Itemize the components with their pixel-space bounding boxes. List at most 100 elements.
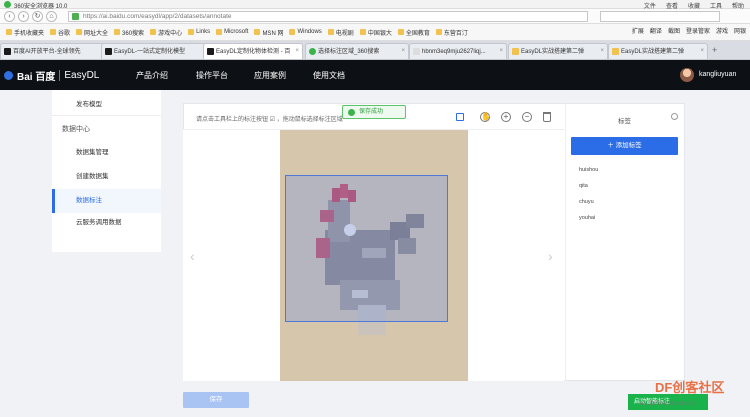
tab-close-icon[interactable]: × (600, 44, 604, 58)
home-button[interactable]: ⌂ (46, 11, 57, 22)
forward-button[interactable]: › (18, 11, 29, 22)
browser-tab[interactable]: EasyDL实战搭建第二弹 × (508, 43, 608, 59)
product-name: EasyDL (64, 70, 100, 81)
add-label-button[interactable]: ＋ 添加标签 (571, 137, 678, 155)
bookmark-item[interactable]: 网址大全 (76, 28, 108, 37)
nav-docs[interactable]: 使用文档 (313, 70, 345, 81)
app-header: Bai 百度 EasyDL 产品介绍 操作平台 应用案例 使用文档 kangli… (0, 60, 750, 90)
browser-nav-bar: ‹ › ↻ ⌂ https://ai.baidu.com/easydl/app/… (0, 9, 750, 24)
browser-tab-bar: 百度AI开放平台-全球领先× EasyDL-一站式定制化模型× EasyDL定制… (0, 41, 750, 60)
bookmark-item[interactable]: 中国银大 (359, 28, 392, 37)
username[interactable]: kangliuyuan (699, 71, 736, 78)
sidebar-item-cloud-data[interactable]: 云服务调用数据 (52, 211, 161, 235)
browser-logo-icon (4, 1, 11, 8)
browser-tab[interactable]: EasyDL实战搭建第二弹 × (608, 43, 708, 59)
bookmark-icon (150, 29, 157, 35)
toast-text: 保存成功 (359, 109, 384, 115)
label-item[interactable]: chuyu (579, 199, 594, 205)
browser-tab[interactable]: hbnm3eq9mju2627liqj... × (409, 43, 507, 59)
tab-favicon-icon (105, 48, 112, 55)
bookmark-item[interactable]: 电视剧 (327, 28, 354, 37)
prev-image-icon[interactable]: ‹ (190, 248, 195, 264)
browser-tab[interactable]: EasyDL-一站式定制化模型× (101, 43, 211, 59)
labels-title: 标签 (618, 118, 631, 125)
brand[interactable]: Bai 百度 EasyDL (4, 68, 99, 83)
bookmark-item[interactable]: MSN 网 (254, 28, 283, 37)
bookmark-item[interactable]: 游戏中心 (150, 28, 182, 37)
bookmark-icon (397, 29, 404, 35)
bookmark-item[interactable]: Microsoft (216, 29, 248, 35)
success-check-icon (348, 109, 355, 116)
secure-lock-icon (72, 13, 79, 20)
tab-close-icon[interactable]: × (700, 44, 704, 58)
tab-favicon-icon (612, 48, 619, 55)
tool-screenshot[interactable]: 截图 (668, 26, 680, 35)
bookmark-item[interactable]: 全国教育 (397, 28, 430, 37)
bookmark-icon (6, 29, 12, 35)
sidebar-item-create-dataset[interactable]: 创建数据集 (52, 165, 161, 189)
tab-close-icon[interactable]: × (295, 44, 299, 58)
tool-translate[interactable]: 翻译 (650, 26, 662, 35)
browser-search-input[interactable] (600, 11, 720, 22)
label-item[interactable]: youhai (579, 215, 595, 221)
label-item[interactable]: qita (579, 183, 588, 189)
reload-button[interactable]: ↻ (32, 11, 43, 22)
tab-close-icon[interactable]: × (499, 44, 503, 58)
avatar[interactable] (680, 68, 694, 82)
tab-favicon-icon (309, 48, 316, 55)
tool-bank[interactable]: 网银 (734, 26, 746, 35)
folder-icon (289, 29, 296, 35)
bookmark-item[interactable]: Links (188, 29, 210, 35)
folder-icon (254, 29, 261, 35)
back-button[interactable]: ‹ (4, 11, 15, 22)
label-item[interactable]: huishou (579, 167, 598, 173)
bookmark-icon (76, 29, 83, 35)
tab-favicon-icon (512, 48, 519, 55)
watermark-sub: mc.DFRobot.com.cn (640, 401, 695, 407)
bookmark-item[interactable]: 360搜索 (114, 28, 144, 37)
annotate-hint: 请点击工具栏上的标注按钮 ☑ ，拖动鼠标选择标注区域 (196, 117, 343, 123)
browser-tab-active[interactable]: EasyDL定制化物体检测 - 百 × (203, 43, 303, 59)
save-success-toast: 保存成功 (342, 105, 406, 119)
tool-login-manager[interactable]: 登录管家 (686, 26, 710, 35)
sidebar-divider (52, 115, 161, 116)
sidebar-item-dataset-manage[interactable]: 数据集管理 (52, 141, 161, 165)
tab-favicon-icon (4, 48, 11, 55)
nav-product-intro[interactable]: 产品介绍 (136, 70, 168, 81)
tab-close-icon[interactable]: × (401, 44, 405, 58)
label-search-icon[interactable] (671, 113, 678, 120)
pan-hand-icon[interactable]: ✋ (480, 112, 491, 122)
sidebar-item-annotate[interactable]: 数据标注 (52, 189, 161, 213)
bookmark-icon (50, 29, 57, 35)
tab-favicon-icon (207, 48, 214, 55)
browser-tab[interactable]: 百度AI开放平台-全球领先× (0, 43, 108, 59)
annotate-edit-icon[interactable] (456, 113, 464, 121)
bookmark-item[interactable]: 东营百汀 (435, 28, 468, 37)
annotation-bounding-box[interactable] (285, 175, 448, 322)
sidebar: 发布模型 数据中心 数据集管理 创建数据集 数据标注 云服务调用数据 (52, 90, 161, 252)
next-image-icon[interactable]: › (548, 248, 553, 264)
nav-cases[interactable]: 应用案例 (254, 70, 286, 81)
browser-tab[interactable]: 选择标注区域_360搜索 × (305, 43, 409, 59)
bookmark-item[interactable]: Windows (289, 29, 322, 35)
new-tab-button[interactable]: + (712, 45, 717, 55)
save-button[interactable]: 保存 (183, 392, 249, 408)
bookmark-item[interactable]: 谷歌 (50, 28, 70, 37)
baidu-paw-icon (4, 71, 13, 80)
browser-right-tools: 扩展 翻译 截图 登录管家 游戏 网银 (632, 26, 746, 35)
bookmark-icon (435, 29, 442, 35)
tab-favicon-icon (413, 48, 420, 55)
address-text: https://ai.baidu.com/easydl/app/2/datase… (83, 13, 232, 20)
bookmark-icon (359, 29, 366, 35)
nav-platform[interactable]: 操作平台 (196, 70, 228, 81)
browser-title-bar: 360安全浏览器 10.0 文件 查看 收藏 工具 帮助 (0, 0, 750, 10)
sidebar-item-publish-model[interactable]: 发布模型 (52, 93, 161, 117)
zoom-in-icon[interactable]: + (501, 112, 511, 122)
delete-icon[interactable] (543, 112, 551, 122)
address-bar[interactable]: https://ai.baidu.com/easydl/app/2/datase… (68, 11, 588, 22)
folder-icon (188, 29, 195, 35)
tool-extensions[interactable]: 扩展 (632, 26, 644, 35)
tool-games[interactable]: 游戏 (716, 26, 728, 35)
zoom-out-icon[interactable]: − (522, 112, 532, 122)
bookmark-item[interactable]: 手机收藏夹 (6, 28, 44, 37)
